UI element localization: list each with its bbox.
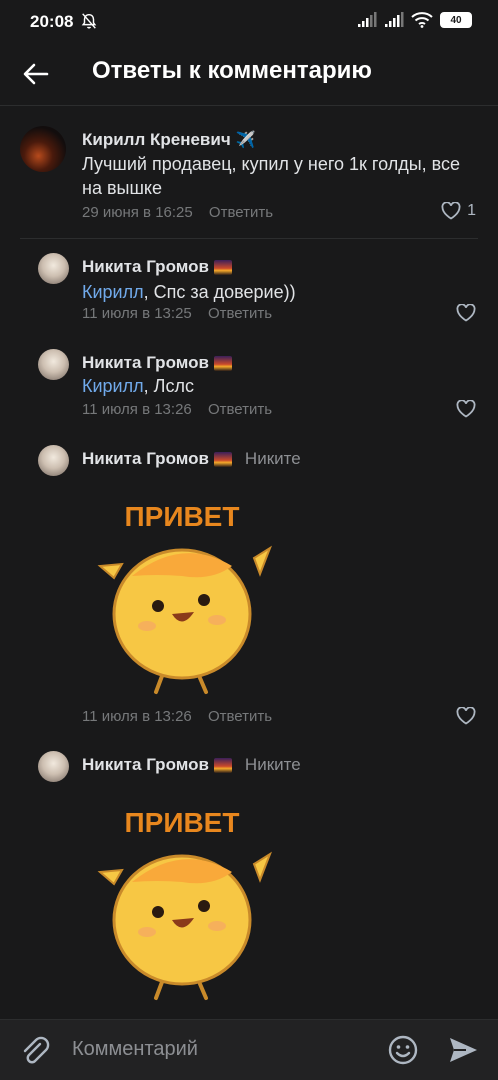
comment-time: 11 июля в 13:25 [82, 305, 192, 322]
comment-meta: 11 июля в 13:26 Ответить [82, 401, 272, 418]
reply-to-link[interactable]: Никите [245, 755, 301, 775]
signal-icon [358, 12, 377, 27]
author-name: Кирилл Креневич [82, 130, 231, 149]
reply-comment: Никита Громов Кирилл, Спс за доверие)) 1… [0, 238, 498, 334]
comment-author[interactable]: Кирилл Креневич ✈️ [82, 130, 256, 150]
battery-level: 40 [450, 14, 462, 26]
author-name: Никита Громов [82, 353, 209, 372]
comment-text: Лучший продавец, купил у него 1к голды, … [82, 154, 461, 198]
sunset-emoji-icon [213, 355, 232, 371]
status-icons: 40 [357, 12, 472, 28]
comment-meta: 29 июня в 16:25 Ответить [82, 204, 273, 221]
comment-time: 29 июня в 16:25 [82, 204, 193, 221]
avatar[interactable] [38, 253, 69, 284]
heart-icon [456, 304, 476, 322]
reply-button[interactable]: Ответить [208, 305, 272, 322]
send-icon[interactable] [446, 1033, 480, 1067]
comment-author[interactable]: Никита Громов [82, 257, 232, 277]
battery-icon: 40 [440, 12, 472, 28]
comment-text: Кирилл, Спс за доверие)) [82, 280, 296, 304]
smile-icon[interactable] [386, 1033, 420, 1067]
status-time: 20:08 [30, 12, 74, 31]
sticker-text: ПРИВЕТ [125, 501, 240, 532]
reply-button[interactable]: Ответить [209, 204, 273, 221]
heart-icon [441, 202, 461, 220]
like-button[interactable] [456, 707, 476, 725]
reply-comment: Никита Громов Никите ПРИВЕТ [0, 740, 498, 1019]
signal-icon-2 [385, 12, 404, 27]
root-comment: Кирилл Креневич ✈️ Лучший продавец, купи… [0, 106, 498, 238]
comment-author[interactable]: Никита Громов Никите [82, 755, 301, 775]
comment-replies-screen: 20:08 40 Ответы к комментарию Кирилл Кре… [0, 0, 498, 1080]
avatar[interactable] [38, 445, 69, 476]
header: Ответы к комментарию [0, 44, 498, 106]
author-emoji: ✈️ [235, 132, 256, 149]
comment-time: 11 июля в 13:26 [82, 401, 192, 418]
heart-icon [456, 400, 476, 418]
sticker-image[interactable]: ПРИВЕТ [92, 802, 272, 1002]
sticker-text: ПРИВЕТ [125, 807, 240, 838]
comment-input[interactable]: Комментарий [72, 1038, 198, 1061]
mention-link[interactable]: Кирилл [82, 282, 144, 302]
author-name: Никита Громов [82, 449, 209, 468]
reply-button[interactable]: Ответить [208, 708, 272, 725]
avatar[interactable] [20, 126, 66, 172]
like-button[interactable]: 1 [441, 202, 476, 220]
comment-composer: Комментарий [0, 1019, 498, 1080]
sticker-image[interactable]: ПРИВЕТ [92, 496, 272, 696]
reply-to-link[interactable]: Никите [245, 449, 301, 469]
like-button[interactable] [456, 304, 476, 322]
comment-author[interactable]: Никита Громов Никите [82, 449, 301, 469]
avatar[interactable] [38, 751, 69, 782]
paperclip-icon[interactable] [18, 1034, 52, 1068]
author-name: Никита Громов [82, 755, 209, 774]
arrow-left-icon [23, 63, 49, 85]
back-button[interactable] [18, 56, 54, 92]
reply-button[interactable]: Ответить [208, 401, 272, 418]
reply-comment: Никита Громов Никите ПРИВЕТ 11 июля в 13… [0, 434, 498, 740]
sunset-emoji-icon [213, 757, 232, 773]
comment-meta: 11 июля в 13:25 Ответить [82, 305, 272, 322]
page-title: Ответы к комментарию [92, 57, 372, 84]
comment-body: , Лслс [143, 376, 194, 396]
comment-text: Кирилл, Лслс [82, 374, 194, 398]
heart-icon [456, 707, 476, 725]
comment-author[interactable]: Никита Громов [82, 353, 232, 373]
status-bar: 20:08 40 [0, 0, 498, 44]
sunset-emoji-icon [213, 451, 232, 467]
avatar[interactable] [38, 349, 69, 380]
like-count: 1 [467, 202, 476, 219]
wifi-icon [411, 12, 433, 28]
mention-link[interactable]: Кирилл [82, 376, 144, 396]
mute-bell-icon [81, 13, 97, 29]
author-name: Никита Громов [82, 257, 209, 276]
reply-comment: Никита Громов Кирилл, Лслс 11 июля в 13:… [0, 334, 498, 434]
comment-body: , Спс за доверие)) [143, 282, 296, 302]
comment-time: 11 июля в 13:26 [82, 708, 192, 725]
comment-meta: 11 июля в 13:26 Ответить [82, 708, 272, 725]
like-button[interactable] [456, 400, 476, 418]
sunset-emoji-icon [213, 259, 232, 275]
